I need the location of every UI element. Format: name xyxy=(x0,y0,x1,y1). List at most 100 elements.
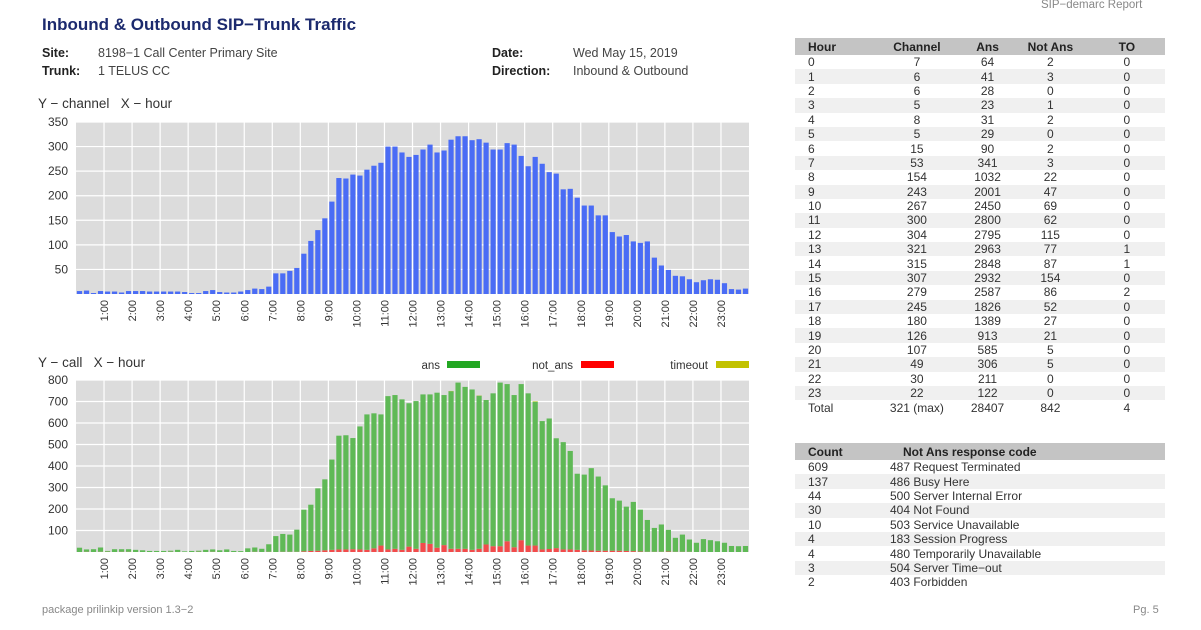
table-cell: 1032 xyxy=(974,170,1001,185)
table-row: 3 504 Server Time−out xyxy=(795,560,1165,576)
legend-label-ans: ans xyxy=(421,360,440,372)
bar-ans xyxy=(686,539,693,552)
bar-ans xyxy=(518,384,524,541)
bar-not-ans xyxy=(476,548,482,552)
table-row: 17 245 1826 52 0 xyxy=(795,299,1165,315)
table-row: 2 403 Forbidden xyxy=(795,575,1165,589)
table-cell: 62 xyxy=(1012,213,1089,228)
bar-not-ans xyxy=(518,540,524,552)
bar-not-ans xyxy=(539,549,545,552)
table-row: 22 30 211 0 0 xyxy=(795,372,1165,386)
x-tick-label: 21:00 xyxy=(660,558,672,586)
bar-ans xyxy=(280,533,286,552)
bar-ans xyxy=(132,549,139,552)
y-tick-label: 700 xyxy=(48,395,68,409)
bar-not-ans xyxy=(315,550,321,552)
table-cell: 0 xyxy=(1088,184,1165,199)
bar-ans xyxy=(455,382,461,549)
bar-ans xyxy=(357,426,363,550)
table-cell: 5 xyxy=(795,126,871,142)
table-cell: 2932 xyxy=(963,270,1013,286)
table-row: 14 315 2848 87 1 xyxy=(795,256,1165,271)
table-row: 15 307 2932 154 0 xyxy=(795,270,1165,286)
bar-not-ans xyxy=(546,548,552,552)
x-tick-label: 1:00 xyxy=(99,558,111,579)
table-cell: 0 xyxy=(1088,155,1165,171)
bar-ans xyxy=(189,550,195,552)
bar-not-ans xyxy=(525,545,531,552)
bar-ans xyxy=(203,549,209,552)
column-header: TO xyxy=(1088,38,1165,55)
table-cell: 41 xyxy=(963,69,1013,84)
bar-ans xyxy=(476,395,482,549)
bar-ans xyxy=(294,529,300,552)
table-cell: 1826 xyxy=(963,299,1013,315)
bar-ans xyxy=(469,389,475,550)
table-cell: 0 xyxy=(1123,343,1131,357)
table-row: 1 6 41 3 0 xyxy=(795,69,1165,84)
count-cell: 3 xyxy=(795,560,890,576)
column-header: Ans xyxy=(963,38,1013,55)
column-header: Count xyxy=(795,443,890,460)
x-tick-label: 10:00 xyxy=(351,558,363,586)
table-cell: 69 xyxy=(1043,199,1058,214)
table-cell: 52 xyxy=(1012,299,1089,315)
bar-ans xyxy=(441,395,447,546)
table-cell: 0 xyxy=(1123,199,1131,214)
bar-not-ans xyxy=(455,548,461,552)
x-tick-label: 14:00 xyxy=(464,558,476,586)
response-code-cell: 486 Busy Here xyxy=(890,474,1165,489)
bar-not-ans xyxy=(378,545,384,552)
bar-ans xyxy=(728,545,735,552)
table-cell: 6 xyxy=(913,83,921,98)
bar-not-ans xyxy=(448,548,454,552)
bar-ans xyxy=(371,413,377,549)
table-row: 13 321 2963 77 1 xyxy=(795,242,1165,257)
table-cell: 0 xyxy=(1088,69,1165,84)
table-cell: 2 xyxy=(1047,141,1054,156)
table-row: 137 486 Busy Here xyxy=(795,474,1165,489)
bar-ans xyxy=(245,548,251,552)
bar-ans xyxy=(630,501,636,552)
table-cell: 7 xyxy=(913,55,921,70)
bar-ans xyxy=(539,421,545,550)
x-tick-label: 6:00 xyxy=(239,558,251,579)
y-tick-label: 100 xyxy=(48,524,68,538)
x-tick-label: 8:00 xyxy=(295,558,307,579)
bar-ans xyxy=(602,485,608,551)
bar-ans xyxy=(581,474,587,551)
bar-not-ans xyxy=(511,547,517,552)
table-cell: 2795 xyxy=(974,227,1001,242)
bar-ans xyxy=(553,438,559,549)
bar-not-ans xyxy=(623,550,629,552)
table-cell: 1 xyxy=(1012,98,1089,113)
table-cell: 16 xyxy=(808,285,822,300)
bar-not-ans xyxy=(392,548,398,552)
response-code-cell: 504 Server Time−out xyxy=(890,560,1165,576)
bar-ans xyxy=(182,551,188,552)
bar-ans xyxy=(175,549,181,552)
count-cell: 44 xyxy=(808,488,822,503)
bar-ans xyxy=(511,395,517,548)
table-cell: 0 xyxy=(1088,213,1165,228)
bar-ans xyxy=(392,395,398,549)
table-cell: 211 xyxy=(977,371,998,386)
bar-not-ans xyxy=(469,549,475,552)
y-tick-label: 300 xyxy=(48,481,68,495)
table-row: 4 8 31 2 0 xyxy=(795,113,1165,127)
count-cell: 4 xyxy=(795,531,890,547)
x-tick-label: 17:00 xyxy=(548,558,560,586)
table-cell: 22 xyxy=(870,385,964,401)
table-cell: 3 xyxy=(795,98,871,113)
table-cell: 1 xyxy=(1088,242,1165,257)
page-number: Pg. 5 xyxy=(1133,604,1159,616)
bar-ans xyxy=(574,473,580,550)
response-code-cell: 487 Request Terminated xyxy=(890,460,1021,475)
table-cell: 3 xyxy=(1012,69,1089,84)
legend-label-not-ans: not_ans xyxy=(532,360,573,372)
bar-not-ans xyxy=(504,541,510,552)
table-cell: 115 xyxy=(1040,227,1060,242)
bar-ans xyxy=(315,488,321,551)
bar-ans xyxy=(90,549,97,552)
table-cell: 15 xyxy=(910,141,924,156)
